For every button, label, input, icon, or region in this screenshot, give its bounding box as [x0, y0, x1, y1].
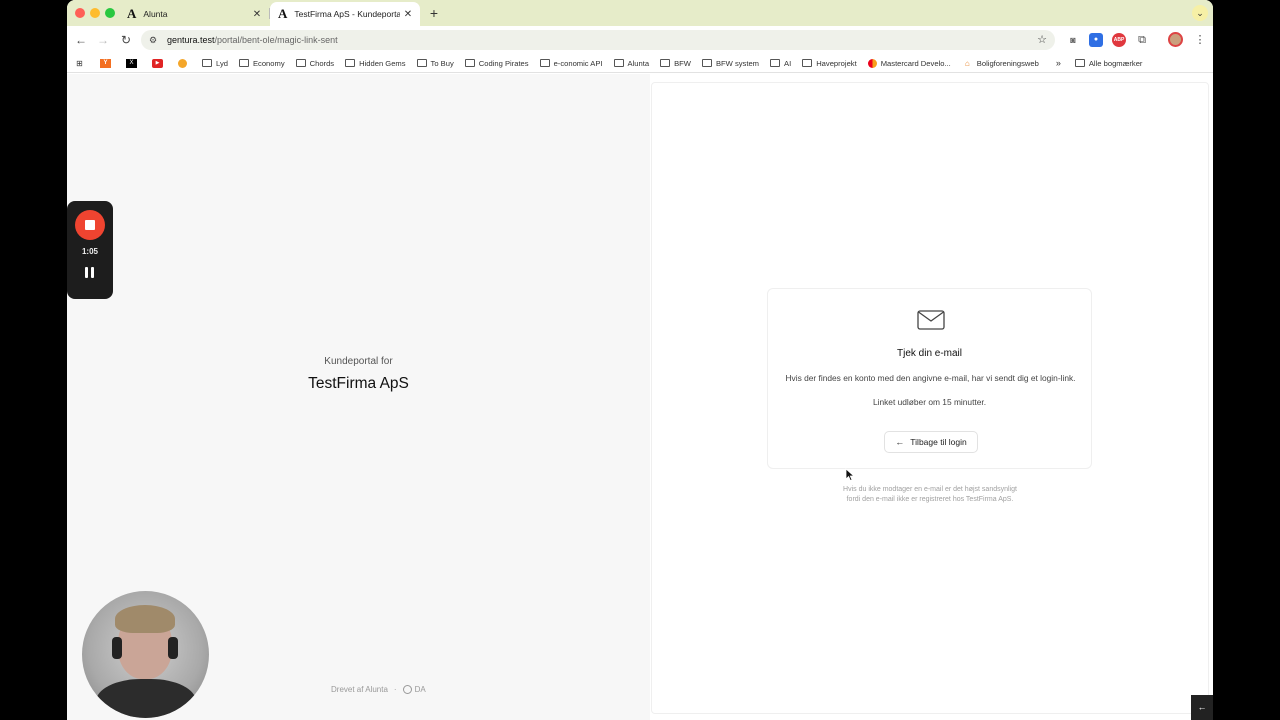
new-tab-button[interactable]: + [425, 4, 443, 22]
folder-icon [1074, 59, 1085, 67]
browser-toolbar: ← → ↻ ⚙ gentura.test/portal/bent-ole/mag… [67, 26, 1213, 54]
youtube-icon: ▶ [152, 58, 163, 68]
mouse-cursor-icon [845, 468, 855, 482]
url-host: gentura.test [167, 35, 215, 45]
company-name: TestFirma ApS [308, 375, 409, 392]
panel-footer: Drevet af Alunta · DA [331, 685, 426, 694]
not-received-hint: Hvis du ikke modtager en e-mail er det h… [843, 486, 1017, 503]
folder-icon [660, 59, 671, 67]
collapse-arrow-icon[interactable]: ← [1191, 695, 1213, 720]
tab-close-icon[interactable]: ✕ [249, 9, 265, 20]
bookmarks-bar: ⊞ Y X ▶ Lyd Economy Chords Hidden Gems T… [67, 54, 1213, 73]
footer-separator: · [393, 685, 397, 694]
bookmark-mastercard[interactable]: Mastercard Develo... [867, 58, 951, 68]
folder-icon [701, 59, 712, 67]
folder-icon [295, 59, 306, 67]
x-icon: X [126, 58, 137, 68]
bookmark-bfw[interactable]: BFW [660, 59, 691, 68]
powered-by-link[interactable]: Drevet af Alunta [331, 685, 388, 694]
bookmark-economic-api[interactable]: e-conomic API [539, 59, 603, 68]
bookmark-ai[interactable]: AI [770, 59, 791, 68]
alunta-logo-icon: A [127, 6, 137, 21]
bookmark-bfw-system[interactable]: BFW system [701, 59, 759, 68]
page-content: Kundeportal for TestFirma ApS Drevet af … [67, 74, 1213, 720]
tab-kundeportal[interactable]: A TestFirma ApS - Kundeportal ✕ [270, 2, 420, 26]
alunta-logo-icon: A [278, 6, 288, 21]
globe-icon [402, 685, 412, 694]
screen-recorder-widget: 1:05 [67, 201, 113, 299]
forward-arrow-icon[interactable]: → [94, 31, 112, 49]
webcam-bubble[interactable] [82, 591, 209, 718]
bookmark-alunta[interactable]: Alunta [613, 59, 649, 68]
folder-icon [770, 59, 780, 67]
folder-icon [238, 59, 249, 67]
tab-search-button[interactable]: ⌄ [1192, 5, 1208, 21]
back-to-login-button[interactable]: ← Tilbage til login [884, 431, 978, 453]
arrow-left-icon: ← [895, 437, 905, 447]
bookmark-haveprojekt[interactable]: Haveprojekt [802, 59, 857, 68]
folder-icon [464, 59, 475, 67]
back-arrow-icon[interactable]: ← [72, 31, 90, 49]
bookmark-economy[interactable]: Economy [238, 59, 285, 68]
bookmark-hidden-gems[interactable]: Hidden Gems [345, 59, 406, 68]
bookmark-lyd[interactable]: Lyd [202, 59, 228, 68]
tab-strip: A Alunta ✕ A TestFirma ApS - Kundeportal… [67, 0, 1213, 26]
folder-icon [202, 59, 212, 67]
back-to-login-label: Tilbage til login [910, 437, 967, 447]
folder-icon [345, 59, 356, 67]
extensions-puzzle-icon[interactable]: ⧉ [1135, 33, 1149, 47]
adblock-extension-icon[interactable]: ABP [1112, 33, 1126, 47]
card-message: Hvis der findes en konto med den angivne… [785, 373, 1076, 383]
bookmark-star-icon[interactable]: ☆ [1037, 33, 1047, 46]
browser-menu-icon[interactable]: ⋮ [1193, 33, 1207, 47]
mastercard-icon [867, 58, 877, 68]
bookmark-coding-pirates[interactable]: Coding Pirates [464, 59, 529, 68]
emoji-icon [178, 58, 187, 68]
mail-envelope-icon [917, 310, 945, 330]
site-info-icon[interactable]: ⚙ [147, 35, 159, 46]
bookmark-youtube[interactable]: ▶ [152, 58, 167, 68]
tab-title: TestFirma ApS - Kundeportal [294, 9, 400, 19]
profile-avatar[interactable] [1168, 32, 1183, 47]
link-expiry-note: Linket udløber om 15 minutter. [872, 397, 987, 407]
reload-icon[interactable]: ↻ [117, 31, 135, 49]
bookmark-emoji[interactable] [178, 58, 191, 68]
window-close-button[interactable] [75, 8, 85, 18]
magic-link-card: Tjek din e-mail Hvis der findes en konto… [767, 288, 1092, 469]
bookmark-chords[interactable]: Chords [295, 59, 334, 68]
pause-icon[interactable] [84, 267, 96, 279]
tab-alunta[interactable]: A Alunta ✕ [119, 2, 269, 26]
window-maximize-button[interactable] [105, 8, 115, 18]
bookmark-boligforeningsweb[interactable]: ⌂ Boligforeningsweb [962, 59, 1039, 68]
address-bar[interactable]: ⚙ gentura.test/portal/bent-ole/magic-lin… [141, 30, 1055, 50]
camera-extension-icon[interactable]: ◙ [1066, 33, 1080, 47]
folder-icon [613, 59, 624, 67]
home-icon: ⌂ [964, 58, 970, 68]
all-bookmarks-button[interactable]: Alle bogmærker [1074, 59, 1142, 68]
stop-recording-button[interactable] [75, 210, 105, 240]
bookmark-to-buy[interactable]: To Buy [416, 59, 454, 68]
bookmark-ycombinator[interactable]: Y [100, 58, 115, 68]
tab-title: Alunta [143, 9, 168, 19]
folder-icon [802, 59, 813, 67]
url-path: /portal/bent-ole/magic-link-sent [214, 35, 338, 45]
bookmark-apps[interactable]: ⊞ [74, 59, 89, 68]
auth-panel: Tjek din e-mail Hvis der findes en konto… [651, 82, 1209, 714]
bookmarks-overflow-icon[interactable]: » [1056, 58, 1061, 68]
ycombinator-icon: Y [100, 58, 111, 68]
browser-window: A Alunta ✕ A TestFirma ApS - Kundeportal… [67, 0, 1213, 720]
brand-prefix: Kundeportal for [324, 356, 393, 367]
window-minimize-button[interactable] [90, 8, 100, 18]
apps-grid-icon: ⊞ [76, 58, 83, 68]
bookmark-x[interactable]: X [126, 58, 141, 68]
recording-timer: 1:05 [81, 247, 98, 256]
tab-close-icon[interactable]: ✕ [400, 9, 416, 20]
blue-extension-icon[interactable]: ● [1089, 33, 1103, 47]
folder-icon [416, 59, 427, 67]
language-switcher[interactable]: DA [415, 685, 426, 694]
folder-icon [539, 59, 550, 67]
card-title: Tjek din e-mail [896, 348, 963, 359]
